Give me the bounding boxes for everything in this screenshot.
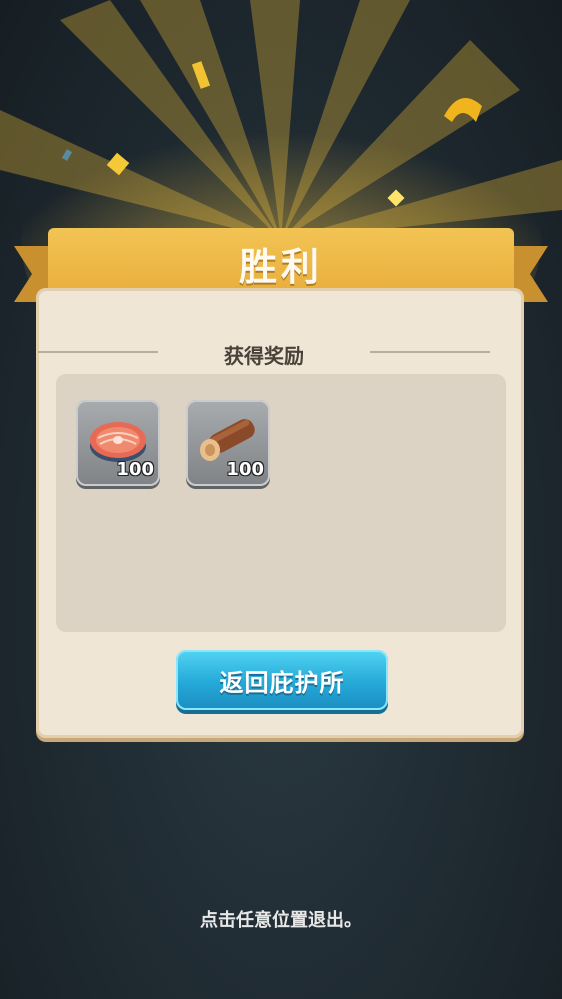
return-to-shelter-button[interactable]: 返回庇护所 [176,650,388,710]
reward-item-wood[interactable]: 100 [186,400,270,486]
tap-to-exit-hint[interactable]: 点击任意位置退出。 [0,906,562,932]
reward-panel: 100 100 [56,374,506,632]
rewards-header: 获得奖励 [38,340,490,368]
rewards-title: 获得奖励 [224,344,304,368]
victory-title: 胜利 [238,245,323,289]
divider-right [370,351,490,353]
reward-item-salmon[interactable]: 100 [76,400,160,486]
reward-count: 100 [226,459,264,480]
reward-count: 100 [116,459,154,480]
